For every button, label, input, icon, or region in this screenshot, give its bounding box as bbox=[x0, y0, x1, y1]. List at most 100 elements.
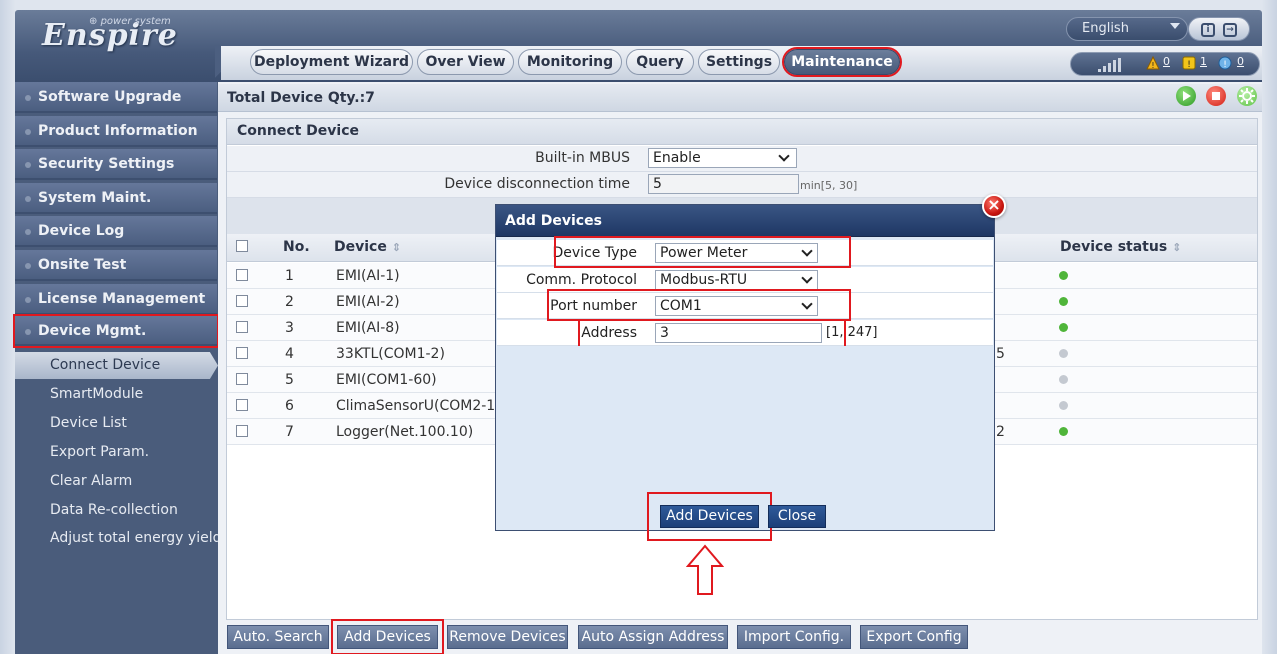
disconnect-label: Device disconnection time bbox=[444, 176, 630, 192]
stop-square-icon bbox=[1212, 92, 1220, 100]
sidebar-subitem-export-param[interactable]: Export Param. bbox=[50, 444, 149, 460]
sidebar-item-security-settings[interactable]: Security Settings bbox=[15, 149, 217, 180]
column-device[interactable]: Device ⇕ bbox=[334, 239, 401, 255]
sidebar-subitem-clear-alarm[interactable]: Clear Alarm bbox=[50, 473, 132, 489]
highlight-device-type bbox=[554, 236, 851, 268]
bullet-icon bbox=[25, 95, 31, 101]
row-checkbox[interactable] bbox=[236, 373, 248, 385]
info-alarm-icon: ! bbox=[1218, 56, 1232, 70]
sidebar-item-system-maint[interactable]: System Maint. bbox=[15, 183, 217, 214]
auto-assign-address-button[interactable]: Auto Assign Address bbox=[578, 625, 728, 649]
row-extra: 5 bbox=[996, 346, 1005, 362]
sidebar-subitem-data-re-collection[interactable]: Data Re-collection bbox=[50, 502, 178, 518]
row-no: 6 bbox=[285, 398, 294, 414]
sidebar-item-label: System Maint. bbox=[38, 190, 152, 206]
row-no: 1 bbox=[285, 268, 294, 284]
bullet-icon bbox=[25, 129, 31, 135]
sidebar-item-label: License Management bbox=[38, 291, 206, 307]
sidebar-item-label: Device Mgmt. bbox=[38, 323, 147, 339]
tab-settings[interactable]: Settings bbox=[698, 49, 780, 75]
highlight-port bbox=[547, 289, 851, 321]
gear-icon bbox=[1239, 88, 1255, 104]
status-dot-icon bbox=[1059, 349, 1068, 358]
import-config-button[interactable]: Import Config. bbox=[737, 625, 851, 649]
row-no: 2 bbox=[285, 294, 294, 310]
stop-icon[interactable] bbox=[1206, 86, 1226, 106]
column-device-status[interactable]: Device status ⇕ bbox=[1060, 239, 1181, 255]
major-alarm-count[interactable]: 0 bbox=[1163, 55, 1170, 68]
language-select[interactable]: English bbox=[1066, 17, 1188, 41]
chevron-down-icon bbox=[1170, 23, 1180, 29]
tab-over-view[interactable]: Over View bbox=[417, 49, 514, 75]
row-checkbox[interactable] bbox=[236, 295, 248, 307]
warning-triangle-icon: ! bbox=[1146, 56, 1160, 70]
sidebar-item-software-upgrade[interactable]: Software Upgrade bbox=[15, 82, 217, 113]
logout-icon[interactable]: → bbox=[1223, 23, 1237, 37]
sort-icon: ⇕ bbox=[391, 241, 401, 254]
row-extra: 2 bbox=[996, 424, 1005, 440]
minor-alarm-icon: ! bbox=[1182, 56, 1196, 70]
row-no: 3 bbox=[285, 320, 294, 336]
total-device-qty: Total Device Qty.:7 bbox=[227, 90, 375, 106]
row-device: EMI(AI-1) bbox=[336, 268, 400, 284]
row-checkbox[interactable] bbox=[236, 269, 248, 281]
minor-alarm-count[interactable]: 1 bbox=[1200, 55, 1207, 68]
sidebar-item-device-log[interactable]: Device Log bbox=[15, 216, 217, 247]
sidebar-subitem-device-list[interactable]: Device List bbox=[50, 415, 127, 431]
sidebar-item-product-information[interactable]: Product Information bbox=[15, 116, 217, 147]
status-dot-icon bbox=[1059, 401, 1068, 410]
dialog-add-devices-button[interactable]: Add Devices bbox=[647, 492, 772, 541]
logo-subtitle-text: power system bbox=[100, 16, 171, 27]
info-icon[interactable]: i bbox=[1201, 23, 1215, 37]
dialog-close-button[interactable]: Close bbox=[768, 505, 826, 528]
sidebar-item-license-management[interactable]: License Management bbox=[15, 284, 217, 315]
bullet-icon bbox=[25, 297, 31, 303]
warning-alarm-count[interactable]: 0 bbox=[1237, 55, 1244, 68]
select-all-checkbox[interactable] bbox=[236, 240, 248, 252]
remove-devices-button[interactable]: Remove Devices bbox=[447, 625, 568, 649]
row-checkbox[interactable] bbox=[236, 399, 248, 411]
tab-query[interactable]: Query bbox=[626, 49, 694, 75]
dialog-body bbox=[497, 346, 993, 530]
sidebar-item-onsite-test[interactable]: Onsite Test bbox=[15, 250, 217, 281]
row-no: 7 bbox=[285, 424, 294, 440]
add-devices-button[interactable]: Add Devices bbox=[331, 619, 444, 654]
sidebar-item-label: Security Settings bbox=[38, 156, 175, 172]
row-device: Logger(Net.100.10) bbox=[336, 424, 474, 440]
column-device-label: Device bbox=[334, 239, 387, 255]
tab-deployment-wizard[interactable]: Deployment Wizard bbox=[250, 49, 413, 75]
disconnect-time-input[interactable]: 5 bbox=[648, 174, 799, 194]
tab-monitoring[interactable]: Monitoring bbox=[518, 49, 622, 75]
highlight-address bbox=[578, 319, 846, 351]
bullet-icon bbox=[25, 229, 31, 235]
status-dot-icon bbox=[1059, 297, 1068, 306]
protocol-label: Comm. Protocol bbox=[526, 272, 637, 288]
close-icon[interactable]: × bbox=[982, 194, 1006, 218]
protocol-select[interactable]: Modbus-RTU bbox=[655, 270, 818, 290]
row-checkbox[interactable] bbox=[236, 347, 248, 359]
sidebar-item-label: Product Information bbox=[38, 123, 198, 139]
row-device: EMI(AI-8) bbox=[336, 320, 400, 336]
row-checkbox[interactable] bbox=[236, 321, 248, 333]
status-dot-icon bbox=[1059, 323, 1068, 332]
sidebar-item-label: Software Upgrade bbox=[38, 89, 182, 105]
bullet-icon bbox=[25, 263, 31, 269]
tab-maintenance[interactable]: Maintenance bbox=[782, 47, 902, 77]
sidebar-subitem-smartmodule[interactable]: SmartModule bbox=[50, 386, 143, 402]
reset-icon[interactable] bbox=[1237, 86, 1257, 106]
auto-search-button[interactable]: Auto. Search bbox=[227, 625, 329, 649]
sidebar-item-label: Onsite Test bbox=[38, 257, 127, 273]
export-config-button[interactable]: Export Config bbox=[860, 625, 968, 649]
sidebar-subitem-connect-device[interactable]: Connect Device bbox=[50, 357, 160, 373]
mbus-select[interactable]: Enable bbox=[648, 148, 797, 168]
row-no: 5 bbox=[285, 372, 294, 388]
row-checkbox[interactable] bbox=[236, 425, 248, 437]
bullet-icon bbox=[25, 162, 31, 168]
column-no: No. bbox=[283, 239, 310, 255]
start-icon[interactable] bbox=[1176, 86, 1196, 106]
signal-strength-icon bbox=[1098, 58, 1122, 72]
sidebar-item-label: Device Log bbox=[38, 223, 125, 239]
sidebar-item-device-mgmt[interactable]: Device Mgmt. bbox=[13, 314, 219, 348]
sidebar-subitem-adjust-energy-yield[interactable]: Adjust total energy yield bbox=[50, 530, 221, 546]
play-icon bbox=[1183, 91, 1191, 101]
